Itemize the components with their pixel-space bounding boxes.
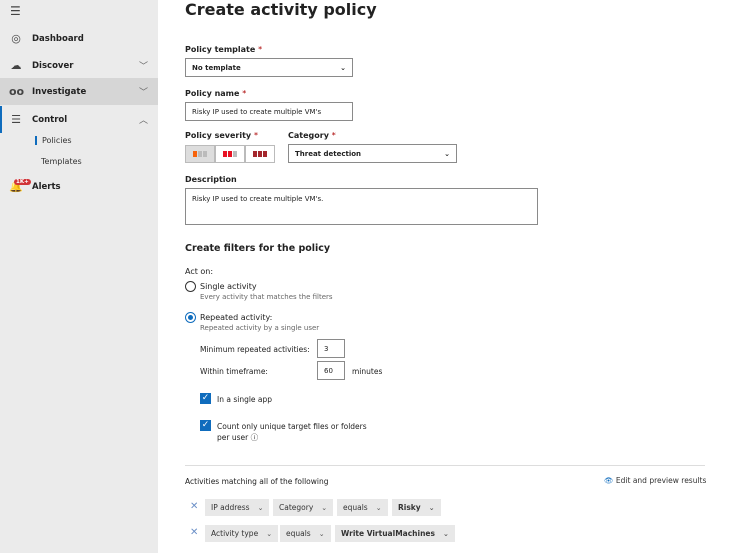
chip-text: Risky [398, 503, 421, 512]
single-app-label: In a single app [217, 395, 273, 404]
hamburger-menu-icon[interactable]: ☰ [10, 4, 21, 18]
chevron-down-icon: ⌄ [340, 63, 346, 72]
cloud-icon: ☁ [10, 59, 22, 72]
glasses-icon: oo [9, 85, 25, 98]
sidebar-item-alerts[interactable]: 🔔 Alerts 1K+ [0, 173, 158, 200]
sidebar-item-discover[interactable]: ☁ Discover ﹀ [0, 52, 158, 79]
repeated-activity-label: Repeated activity: [200, 313, 273, 322]
severity-medium-button[interactable] [215, 145, 245, 163]
filter-subfield-dropdown[interactable]: Category ⌄ [273, 499, 334, 516]
policy-name-input[interactable]: Risky IP used to create multiple VM's [185, 102, 353, 121]
chevron-down-icon: ﹀ [138, 62, 148, 72]
sidebar-item-investigate[interactable]: oo Investigate ﹀ [0, 78, 158, 105]
category-label: Category * [288, 131, 336, 140]
chevron-down-icon: ⌄ [266, 529, 273, 538]
sidebar-item-label: Dashboard [32, 33, 84, 44]
required-mark: * [253, 131, 258, 140]
chip-text: Activity type [211, 529, 259, 538]
chip-text: Write VirtualMachines [341, 529, 435, 538]
required-mark: * [258, 45, 263, 54]
gauge-icon: ◎ [11, 32, 21, 45]
unique-targets-label: Count only unique target files or folder… [217, 422, 367, 431]
severity-low-button[interactable] [185, 145, 215, 163]
sidebar-item-label: Investigate [32, 86, 87, 97]
sidebar-item-label: Discover [32, 60, 74, 71]
label-text: Policy template [185, 45, 256, 54]
sidebar-item-label: Alerts [32, 181, 61, 192]
chevron-down-icon: ⌄ [428, 503, 435, 512]
chip-text: Category [279, 503, 314, 512]
repeated-activity-radio[interactable] [185, 312, 196, 323]
remove-filter-icon[interactable]: ✕ [190, 527, 198, 538]
label-text: Category [288, 131, 329, 140]
alerts-badge: 1K+ [14, 179, 31, 185]
sidebar: ☰ ◎ Dashboard ☁ Discover ﹀ oo Investigate ﹀ ☰… [0, 0, 158, 553]
filter-operator-dropdown[interactable]: equals ⌄ [280, 525, 331, 542]
required-mark: * [331, 131, 336, 140]
policy-template-label: Policy template * [185, 45, 262, 54]
policy-template-dropdown[interactable]: No template ⌄ [185, 58, 353, 77]
chevron-down-icon: ⌄ [318, 529, 325, 538]
remove-filter-icon[interactable]: ✕ [190, 501, 198, 512]
chevron-down-icon: ⌄ [375, 503, 382, 512]
eye-icon: 👁 [604, 476, 614, 485]
divider [185, 465, 705, 466]
description-label: Description [185, 175, 237, 184]
link-text: Edit and preview results [615, 476, 707, 485]
filter-operator-dropdown[interactable]: equals ⌄ [337, 499, 388, 516]
chevron-up-icon: ︿ [138, 116, 148, 126]
sidebar-item-control[interactable]: ☰ Control ︿ [0, 106, 158, 133]
dropdown-value: Threat detection [295, 149, 362, 158]
page-title: Create activity policy [185, 0, 377, 19]
timeframe-label: Within timeframe: [200, 367, 268, 376]
timeframe-input[interactable]: 60 [317, 361, 345, 380]
info-icon[interactable]: ⓘ [251, 433, 259, 442]
chevron-down-icon: ﹀ [138, 88, 148, 98]
sliders-icon: ☰ [11, 113, 21, 126]
unique-targets-checkbox[interactable]: ✓ [200, 420, 211, 431]
policy-severity-label: Policy severity * [185, 131, 258, 140]
filter-value-dropdown[interactable]: Risky ⌄ [392, 499, 441, 516]
min-repeated-label: Minimum repeated activities: [200, 345, 310, 354]
single-activity-radio[interactable] [185, 281, 196, 292]
sidebar-sub-policies[interactable]: Policies [35, 136, 72, 145]
label-text: per user [217, 433, 249, 442]
filter-value-dropdown[interactable]: Write VirtualMachines ⌄ [335, 525, 455, 542]
sidebar-item-dashboard[interactable]: ◎ Dashboard [0, 25, 158, 52]
matching-heading: Activities matching all of the following [185, 477, 329, 486]
single-activity-label: Single activity [200, 282, 257, 291]
category-dropdown[interactable]: Threat detection ⌄ [288, 144, 457, 163]
chip-text: equals [286, 529, 311, 538]
dropdown-value: No template [192, 63, 241, 72]
edit-preview-link[interactable]: 👁 Edit and preview results [604, 476, 706, 485]
chevron-down-icon: ⌄ [257, 503, 264, 512]
chevron-down-icon: ⌄ [442, 529, 449, 538]
min-repeated-input[interactable]: 3 [317, 339, 345, 358]
minutes-label: minutes [352, 367, 383, 376]
filter-field-dropdown[interactable]: IP address ⌄ [205, 499, 270, 516]
chip-text: equals [343, 503, 368, 512]
chevron-down-icon: ⌄ [321, 503, 328, 512]
description-textarea[interactable]: Risky IP used to create multiple VM's. [185, 188, 538, 225]
sidebar-sub-templates[interactable]: Templates [41, 157, 82, 166]
single-app-checkbox[interactable]: ✓ [200, 393, 211, 404]
unique-targets-label-2: per user ⓘ [217, 432, 258, 443]
act-on-label: Act on: [185, 267, 214, 276]
chip-text: IP address [211, 503, 250, 512]
policy-name-label: Policy name * [185, 89, 246, 98]
chevron-down-icon: ⌄ [444, 149, 450, 158]
filter-field-dropdown[interactable]: Activity type ⌄ [205, 525, 279, 542]
single-activity-desc: Every activity that matches the filters [200, 293, 333, 301]
filters-heading: Create filters for the policy [185, 243, 331, 254]
repeated-activity-desc: Repeated activity by a single user [200, 324, 320, 332]
label-text: Policy name [185, 89, 240, 98]
severity-high-button[interactable] [245, 145, 275, 163]
required-mark: * [242, 89, 247, 98]
sidebar-item-label: Control [32, 114, 68, 125]
label-text: Policy severity [185, 131, 252, 140]
